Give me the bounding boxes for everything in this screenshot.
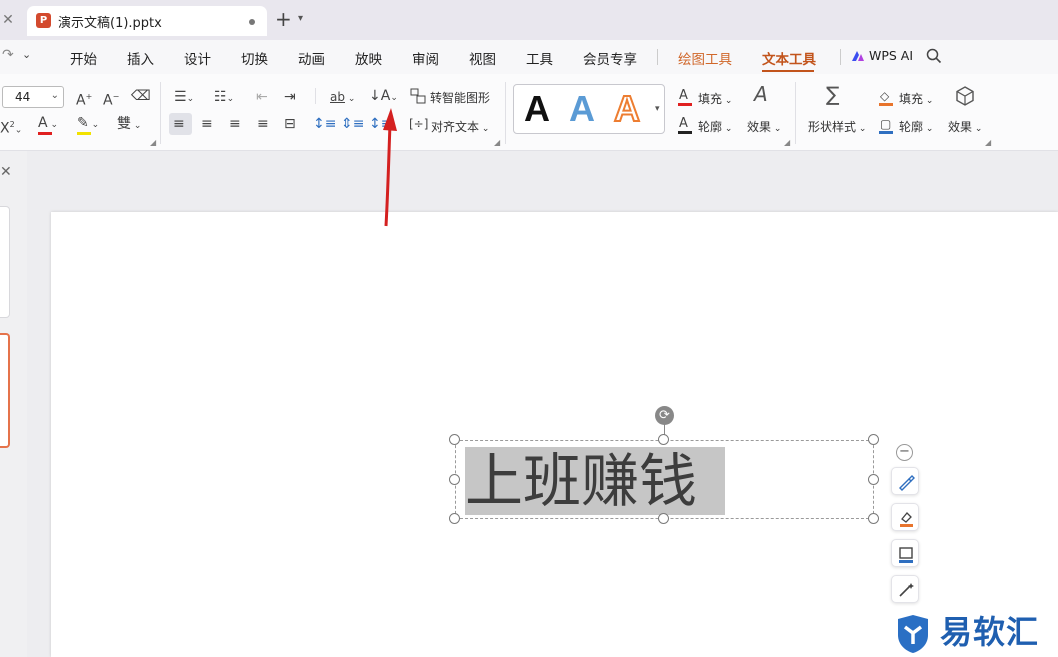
watermark-text: 易软汇 bbox=[940, 613, 1040, 651]
watermark-shield-icon bbox=[898, 615, 928, 653]
watermark-logo: 易软汇 bbox=[890, 610, 1058, 657]
annotation-arrow bbox=[383, 108, 397, 227]
